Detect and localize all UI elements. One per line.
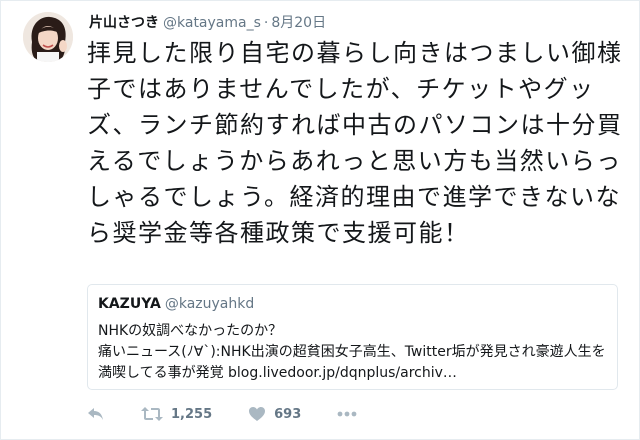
- username-handle[interactable]: @katayama_s: [163, 15, 261, 31]
- quoted-header: KAZUYA @kazuyahkd: [98, 294, 607, 315]
- quoted-tweet[interactable]: KAZUYA @kazuyahkd NHKの奴調べなかったのか？ 痛いニュース(ﾉ…: [87, 284, 618, 390]
- more-button[interactable]: [337, 411, 357, 417]
- avatar[interactable]: [23, 12, 73, 62]
- reply-icon: [87, 406, 105, 422]
- tweet-date[interactable]: 8月20日: [271, 15, 326, 31]
- retweet-icon: [141, 406, 163, 422]
- quoted-handle: @kazuyahkd: [164, 296, 255, 312]
- tweet-text: 拝見した限り自宅の暮らし向きはつましい御様子ではありませんでしたが、チケットやグ…: [87, 39, 623, 247]
- reply-button[interactable]: [87, 406, 105, 422]
- quoted-text: NHKの奴調べなかったのか？ 痛いニュース(ﾉ∀`):NHK出演の超貧困女子高生…: [98, 323, 606, 381]
- more-dots-icon: [337, 411, 357, 417]
- retweet-count: 1,255: [171, 406, 213, 422]
- separator-dot: ·: [263, 15, 269, 31]
- heart-icon: [248, 406, 266, 422]
- tweet-header: 片山さつき @katayama_s · 8月20日: [89, 14, 326, 32]
- tweet-card: 片山さつき @katayama_s · 8月20日 拝見した限り自宅の暮らし向きはつま…: [0, 0, 640, 440]
- action-bar: 1,255 693: [87, 406, 393, 422]
- display-name[interactable]: 片山さつき: [89, 15, 159, 31]
- like-count: 693: [274, 406, 302, 422]
- like-button[interactable]: 693: [248, 406, 301, 422]
- retweet-button[interactable]: 1,255: [141, 406, 212, 422]
- quoted-display-name: KAZUYA: [98, 296, 161, 312]
